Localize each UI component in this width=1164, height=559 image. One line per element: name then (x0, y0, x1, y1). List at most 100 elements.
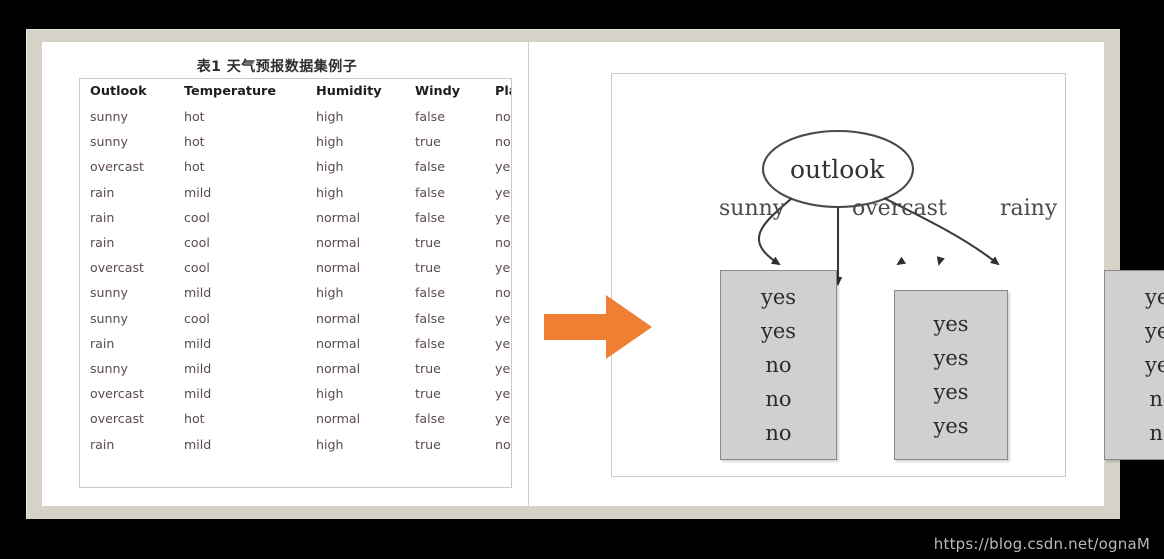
table-cell: cool (184, 235, 210, 251)
table-cell: overcast (90, 386, 144, 402)
column-header-humidity: Humidity (316, 84, 382, 99)
table-cell: no (495, 134, 511, 150)
leaf-value: no (1149, 421, 1164, 446)
table-cell: normal (316, 235, 361, 251)
table-cell: no (495, 109, 511, 125)
table-row: overcast hot high false yes (80, 154, 511, 179)
leaf-value: no (765, 387, 792, 411)
leaf-value: no (765, 352, 792, 377)
table-row: overcast cool normal true yes (80, 255, 511, 280)
table-cell: false (415, 109, 445, 125)
weather-table: Outlook Temperature Humidity Windy Play? sun… (80, 79, 511, 457)
table-cell: rain (90, 209, 115, 225)
table-cell: mild (184, 436, 212, 452)
leaf-value: yes (1144, 352, 1164, 377)
column-header-play: Play? (495, 84, 511, 99)
table-cell: yes (495, 411, 511, 427)
table-cell: high (316, 159, 344, 175)
table-cell: no (495, 235, 511, 251)
table-cell: true (415, 386, 441, 402)
table-cell: hot (184, 411, 205, 427)
leaf-value: no (765, 421, 792, 446)
table-header-row: Outlook Temperature Humidity Windy Play? (80, 79, 511, 104)
decision-tree-pane: outlook sunny overcast rainy yes yes no no n… (529, 42, 1164, 506)
table-cell: true (415, 235, 441, 251)
leaf-value: yes (933, 380, 969, 404)
table-cell: true (415, 436, 441, 452)
table-cell: mild (184, 335, 212, 351)
table-cell: normal (316, 411, 361, 427)
table-cell: rain (90, 235, 115, 251)
table-row: rain mild high true no (80, 431, 511, 456)
table-cell: rain (90, 436, 115, 452)
table-row: overcast hot normal false yes (80, 406, 511, 431)
table-cell: yes (495, 360, 511, 376)
table-row: rain mild high false yes (80, 180, 511, 205)
table-cell: yes (495, 159, 511, 175)
table-row: sunny mild high false no (80, 280, 511, 305)
table-cell: high (316, 184, 344, 200)
table-row: sunny mild normal true yes (80, 356, 511, 381)
column-header-temperature: Temperature (184, 84, 277, 99)
table-cell: yes (495, 386, 511, 402)
slide-frame: 表1 天气预报数据集例子 Outlook Temperature Humidity W… (26, 29, 1164, 519)
table-cell: hot (184, 109, 205, 125)
root-node-label: outlook (790, 155, 885, 184)
table-cell: no (495, 285, 511, 301)
arrow-shape (544, 295, 652, 359)
table-cell: sunny (90, 360, 128, 376)
table-cell: true (415, 360, 441, 376)
table-row: rain cool normal false yes (80, 205, 511, 230)
table-cell: yes (495, 310, 511, 326)
table-cell: normal (316, 209, 361, 225)
table-cell: false (415, 411, 445, 427)
leaf-value: yes (760, 318, 797, 343)
edge-label-overcast: overcast (852, 196, 947, 221)
table-cell: false (415, 209, 445, 225)
table-cell: overcast (90, 159, 144, 175)
table-cell: high (316, 285, 344, 301)
table-cell: true (415, 260, 441, 276)
table-cell: high (316, 109, 344, 125)
edge-label-rainy: rainy (1000, 196, 1058, 221)
table-cell: high (316, 436, 344, 452)
watermark-url: https://blog.csdn.net/ognaM (933, 535, 1150, 553)
leaf-node-sunny: yes yes no no no (720, 270, 837, 460)
table-cell: cool (184, 209, 210, 225)
table-cell: rain (90, 184, 115, 200)
edge-label-sunny: sunny (719, 196, 786, 221)
table-cell: true (415, 134, 441, 150)
table-cell: normal (316, 360, 361, 376)
leaf-value: yes (1144, 284, 1164, 309)
dataset-table-pane: 表1 天气预报数据集例子 Outlook Temperature Humidity W… (42, 42, 528, 506)
table-cell: rain (90, 335, 115, 351)
column-header-outlook: Outlook (90, 84, 147, 99)
table-cell: normal (316, 310, 361, 326)
table-cell: false (415, 285, 445, 301)
table-cell: normal (316, 335, 361, 351)
table-cell: mild (184, 360, 212, 376)
table-cell: mild (184, 184, 212, 200)
decision-tree-container: outlook sunny overcast rainy yes yes no no n… (611, 73, 1164, 477)
table-row: overcast mild high true yes (80, 381, 511, 406)
table-cell: sunny (90, 310, 128, 326)
table-row: rain cool normal true no (80, 230, 511, 255)
table-cell: sunny (90, 134, 128, 150)
table-cell: overcast (90, 260, 144, 276)
table-cell: high (316, 386, 344, 402)
leaf-value: yes (760, 284, 797, 309)
table-cell: cool (184, 260, 210, 276)
leaf-node-rainy: yes yes yes no no (1104, 270, 1164, 460)
table-cell: sunny (90, 109, 128, 125)
leaf-node-overcast: yes yes yes yes (894, 290, 1008, 460)
table-cell: yes (495, 260, 511, 276)
table-cell: sunny (90, 285, 128, 301)
weather-table-container: Outlook Temperature Humidity Windy Play? sun… (79, 78, 512, 488)
table-row: sunny hot high false no (80, 104, 511, 129)
table-row: sunny cool normal false yes (80, 306, 511, 331)
table-row: rain mild normal false yes (80, 331, 511, 356)
leaf-value: yes (933, 345, 969, 370)
table-cell: false (415, 335, 445, 351)
table-cell: yes (495, 335, 511, 351)
table-cell: cool (184, 310, 210, 326)
